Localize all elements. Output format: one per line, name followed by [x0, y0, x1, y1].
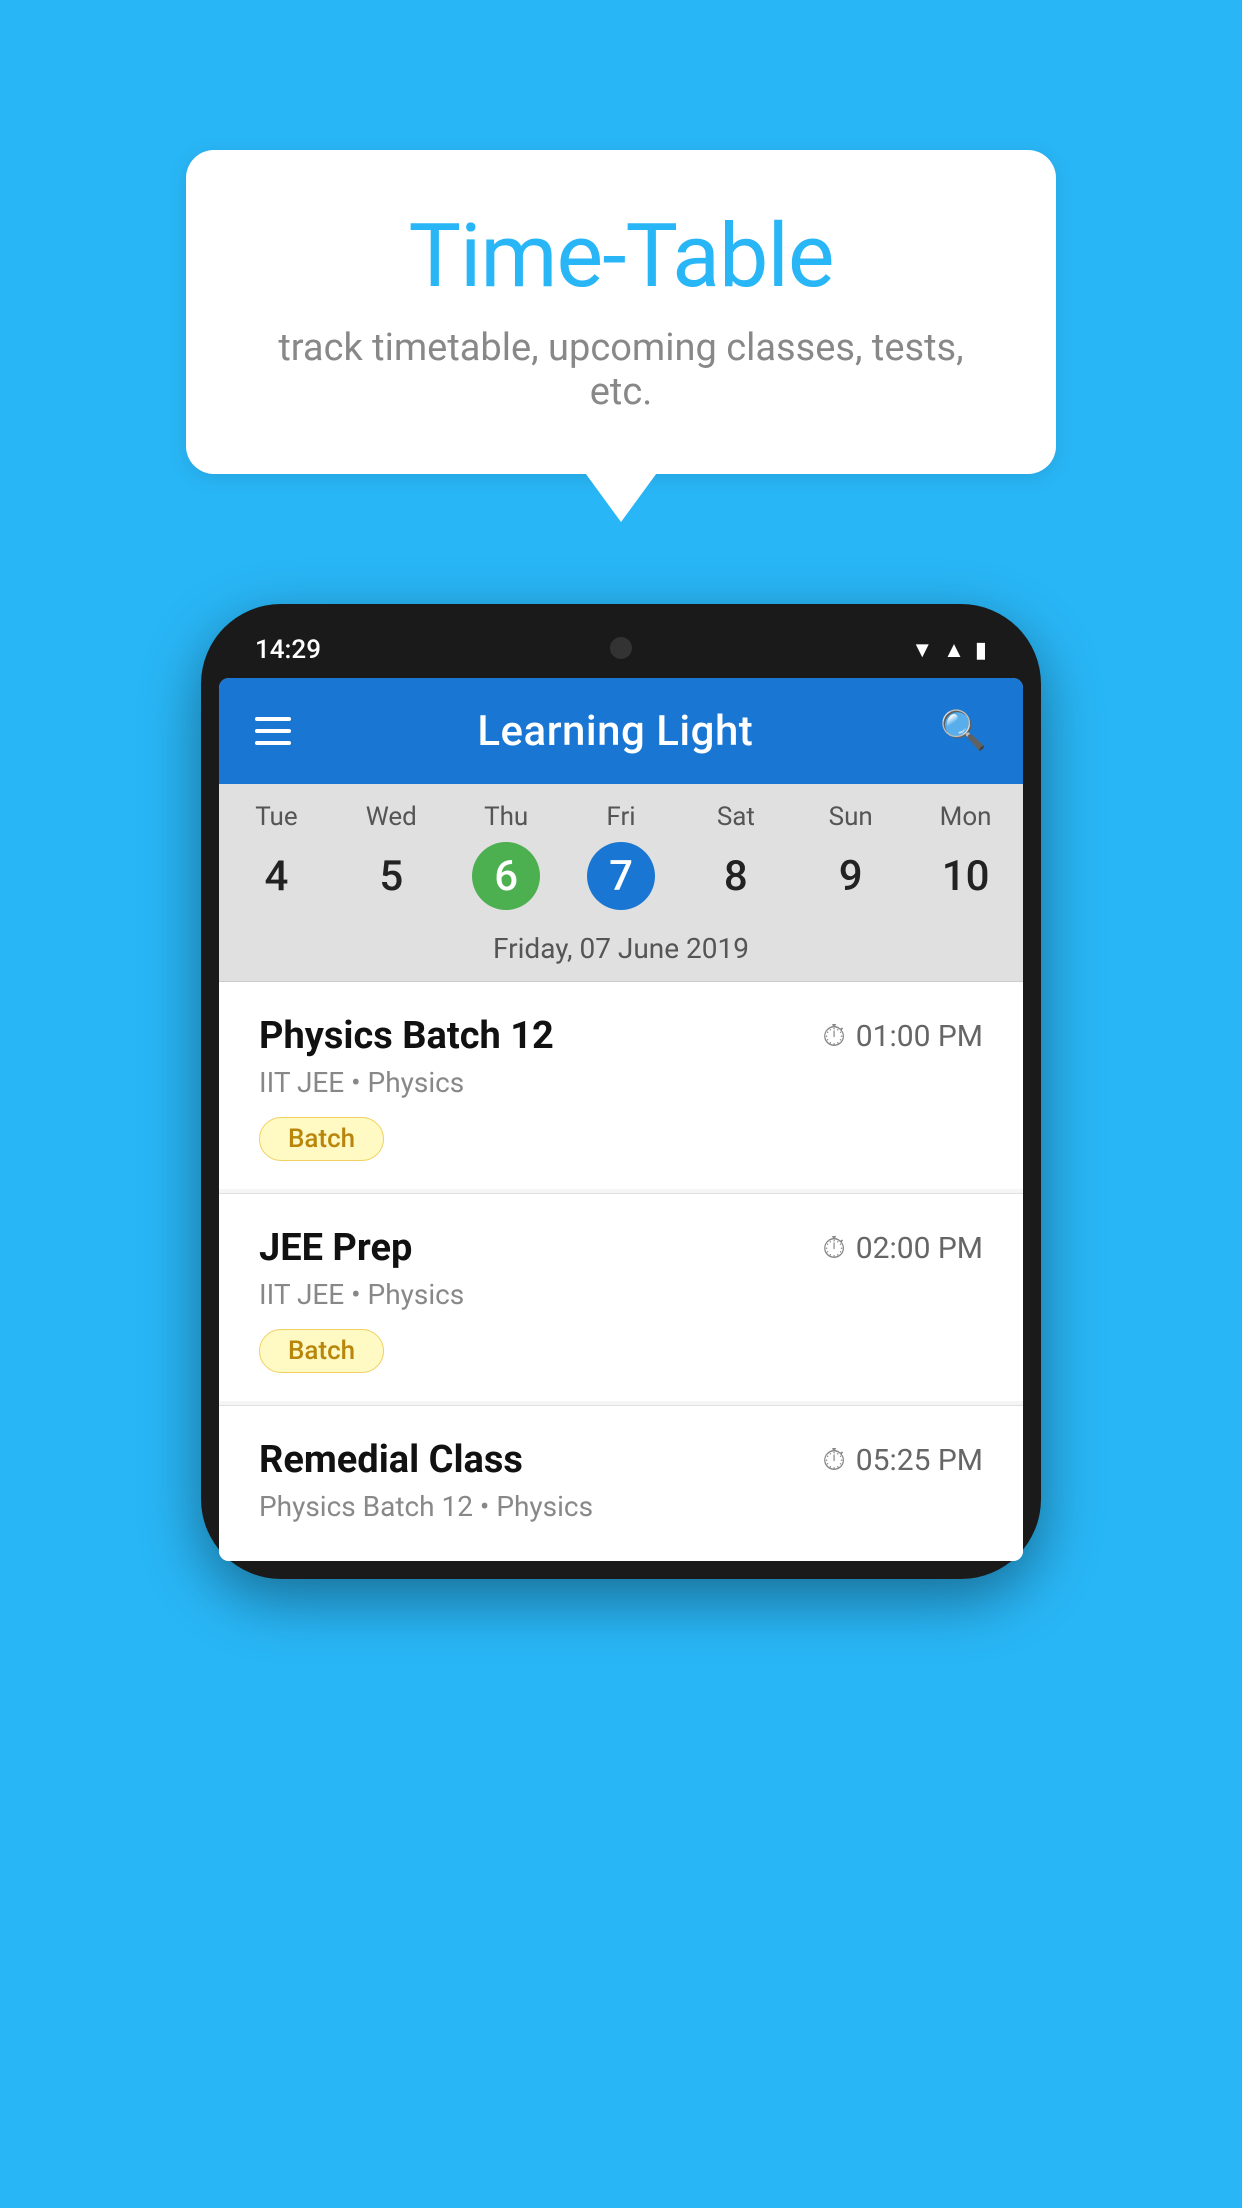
- day-name-sun: Sun: [793, 802, 908, 832]
- event-3-header: Remedial Class ⏱ 05:25 PM: [259, 1438, 983, 1482]
- toolbar-title: Learning Light: [477, 707, 753, 756]
- battery-icon: ▮: [975, 638, 987, 663]
- phone-frame: 14:29 ▼ ▲ ▮ Learning Light 🔍: [201, 604, 1041, 1579]
- event-3-time-text: 05:25 PM: [856, 1443, 983, 1478]
- day-name-thu: Thu: [449, 802, 564, 832]
- notch: [531, 622, 711, 674]
- menu-line-2: [255, 729, 291, 733]
- menu-line-3: [255, 741, 291, 745]
- event-3-time: ⏱ 05:25 PM: [822, 1443, 983, 1478]
- day-name-tue: Tue: [219, 802, 334, 832]
- day-name-wed: Wed: [334, 802, 449, 832]
- event-1-meta: IIT JEE • Physics: [259, 1066, 983, 1099]
- camera-dot: [610, 637, 632, 659]
- day-name-fri: Fri: [564, 802, 679, 832]
- bubble-subtitle: track timetable, upcoming classes, tests…: [266, 326, 976, 414]
- clock-icon-3: ⏱: [822, 1443, 845, 1478]
- wifi-icon: ▼: [911, 637, 933, 663]
- status-bar: 14:29 ▼ ▲ ▮: [219, 622, 1023, 678]
- day-num-8: 8: [702, 842, 770, 910]
- event-1-badge: Batch: [259, 1117, 384, 1161]
- event-3-title: Remedial Class: [259, 1438, 523, 1482]
- event-2-badge: Batch: [259, 1329, 384, 1373]
- selected-date-label: Friday, 07 June 2019: [219, 918, 1023, 982]
- phone-screen: Learning Light 🔍 Tue 4 Wed 5 Thu 6 F: [219, 678, 1023, 1561]
- day-num-10: 10: [932, 842, 1000, 910]
- event-2-time: ⏱ 02:00 PM: [822, 1231, 983, 1266]
- app-toolbar: Learning Light 🔍: [219, 678, 1023, 784]
- signal-icon: ▲: [943, 637, 965, 663]
- event-1-time: ⏱ 01:00 PM: [822, 1019, 983, 1054]
- event-2-title: JEE Prep: [259, 1226, 412, 1270]
- day-col-thu[interactable]: Thu 6: [449, 802, 564, 910]
- top-section: Time-Table track timetable, upcoming cla…: [0, 0, 1242, 474]
- events-list: Physics Batch 12 ⏱ 01:00 PM IIT JEE • Ph…: [219, 982, 1023, 1561]
- event-card-3[interactable]: Remedial Class ⏱ 05:25 PM Physics Batch …: [219, 1406, 1023, 1561]
- event-card-1[interactable]: Physics Batch 12 ⏱ 01:00 PM IIT JEE • Ph…: [219, 982, 1023, 1189]
- day-num-5: 5: [357, 842, 425, 910]
- event-1-header: Physics Batch 12 ⏱ 01:00 PM: [259, 1014, 983, 1058]
- event-1-title: Physics Batch 12: [259, 1014, 554, 1058]
- day-col-sun[interactable]: Sun 9: [793, 802, 908, 910]
- bubble-title: Time-Table: [266, 205, 976, 308]
- day-col-mon[interactable]: Mon 10: [908, 802, 1023, 910]
- status-icons: ▼ ▲ ▮: [911, 637, 987, 663]
- status-time: 14:29: [255, 635, 321, 665]
- phone-wrapper: 14:29 ▼ ▲ ▮ Learning Light 🔍: [201, 604, 1041, 1579]
- calendar-header: Tue 4 Wed 5 Thu 6 Fri 7 Sat 8: [219, 784, 1023, 918]
- event-2-header: JEE Prep ⏱ 02:00 PM: [259, 1226, 983, 1270]
- event-1-time-text: 01:00 PM: [856, 1019, 983, 1054]
- day-num-9: 9: [817, 842, 885, 910]
- day-col-wed[interactable]: Wed 5: [334, 802, 449, 910]
- clock-icon-1: ⏱: [822, 1019, 845, 1054]
- day-col-sat[interactable]: Sat 8: [678, 802, 793, 910]
- day-num-4: 4: [242, 842, 310, 910]
- day-name-sat: Sat: [678, 802, 793, 832]
- search-icon[interactable]: 🔍: [940, 709, 987, 753]
- day-num-7: 7: [587, 842, 655, 910]
- day-name-mon: Mon: [908, 802, 1023, 832]
- clock-icon-2: ⏱: [822, 1231, 845, 1266]
- day-col-tue[interactable]: Tue 4: [219, 802, 334, 910]
- day-col-fri[interactable]: Fri 7: [564, 802, 679, 910]
- event-card-2[interactable]: JEE Prep ⏱ 02:00 PM IIT JEE • Physics Ba…: [219, 1194, 1023, 1401]
- menu-line-1: [255, 717, 291, 721]
- day-num-6: 6: [472, 842, 540, 910]
- event-2-time-text: 02:00 PM: [856, 1231, 983, 1266]
- event-2-meta: IIT JEE • Physics: [259, 1278, 983, 1311]
- event-3-meta: Physics Batch 12 • Physics: [259, 1490, 983, 1523]
- speech-bubble: Time-Table track timetable, upcoming cla…: [186, 150, 1056, 474]
- menu-icon[interactable]: [255, 717, 291, 745]
